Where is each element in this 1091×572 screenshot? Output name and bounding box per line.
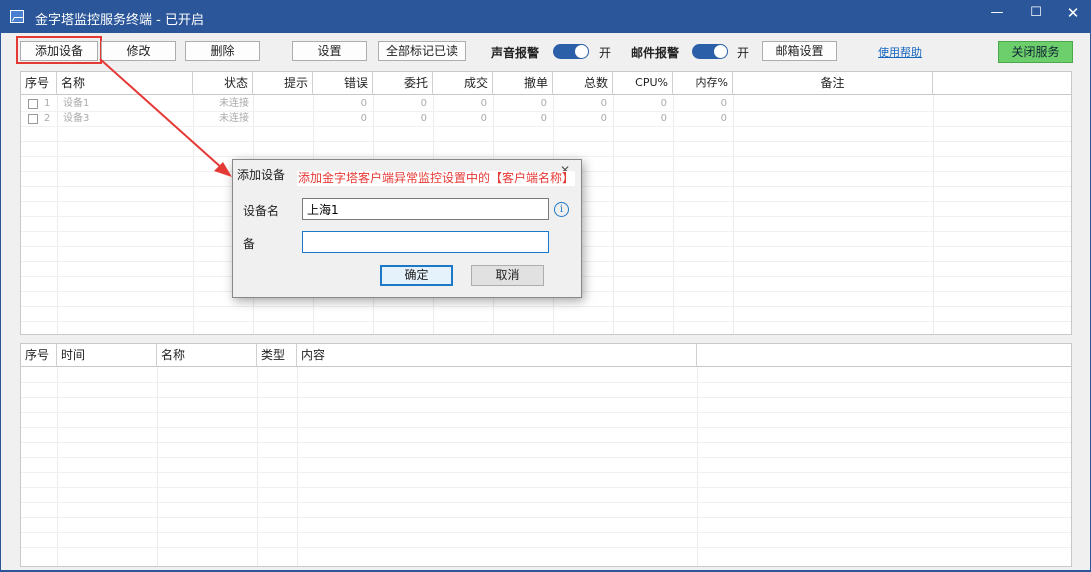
- device-status: 未连接: [219, 113, 249, 124]
- grid-line: [21, 487, 1071, 488]
- column-header-deal[interactable]: 成交: [433, 72, 493, 95]
- delete-button[interactable]: 删除: [185, 41, 260, 61]
- cell-error: 0: [360, 98, 367, 109]
- row-checkbox[interactable]: [28, 99, 38, 109]
- grid-line: [21, 141, 1071, 142]
- mail-alarm-label: 邮件报警: [631, 46, 680, 60]
- column-header-total[interactable]: 总数: [553, 72, 613, 95]
- device-status: 未连接: [219, 98, 249, 109]
- grid-line: [21, 517, 1071, 518]
- info-icon[interactable]: i: [554, 202, 569, 217]
- grid-line: [21, 412, 1071, 413]
- row-checkbox[interactable]: [28, 114, 38, 124]
- log-header-filler: [697, 344, 1071, 367]
- help-link[interactable]: 使用帮助: [878, 44, 922, 60]
- cell-order: 0: [420, 98, 427, 109]
- cell-cpu: 0: [660, 98, 667, 109]
- row-no: 2: [44, 113, 51, 124]
- minimize-button[interactable]: —: [977, 1, 1017, 29]
- toolbar: 添加设备 修改 删除 设置 全部标记已读 声音报警 开 邮件报警 开 邮箱设置 …: [1, 33, 1090, 69]
- log-header-time[interactable]: 时间: [57, 344, 157, 367]
- column-header-order[interactable]: 委托: [373, 72, 433, 95]
- grid-line: [21, 427, 1071, 428]
- app-chart-icon: [10, 10, 24, 23]
- grid-line: [193, 95, 194, 334]
- toggle-knob: [575, 45, 588, 58]
- grid-line: [21, 306, 1071, 307]
- column-header-memory[interactable]: 内存%: [673, 72, 733, 95]
- log-table: 序号 时间 名称 类型 内容: [20, 343, 1072, 567]
- cell-cancel: 0: [540, 113, 547, 124]
- column-header-cancel[interactable]: 撤单: [493, 72, 553, 95]
- cell-cancel: 0: [540, 98, 547, 109]
- dialog-title: 添加设备: [237, 168, 286, 182]
- cell-deal: 0: [480, 113, 487, 124]
- column-header-name[interactable]: 名称: [57, 72, 193, 95]
- grid-line: [933, 95, 934, 334]
- grid-line: [21, 502, 1071, 503]
- mailbox-settings-button[interactable]: 邮箱设置: [762, 41, 837, 61]
- close-service-button[interactable]: 关闭服务: [998, 41, 1073, 63]
- grid-line: [673, 95, 674, 334]
- maximize-button[interactable]: ☐: [1016, 1, 1056, 29]
- window-title: 金字塔监控服务终端 - 已开启: [35, 13, 204, 28]
- grid-line: [21, 321, 1071, 322]
- log-header-no[interactable]: 序号: [21, 344, 57, 367]
- toggle-knob: [714, 45, 727, 58]
- settings-button[interactable]: 设置: [292, 41, 367, 61]
- device-name-label: 设备名: [243, 204, 280, 218]
- grid-line: [21, 126, 1071, 127]
- title-bar: 金字塔监控服务终端 - 已开启 — ☐ ✕: [1, 1, 1090, 33]
- cell-memory: 0: [720, 113, 727, 124]
- device-name-input[interactable]: [302, 198, 549, 220]
- column-header-error[interactable]: 错误: [313, 72, 373, 95]
- close-window-button[interactable]: ✕: [1053, 1, 1091, 29]
- grid-line: [21, 472, 1071, 473]
- sound-alarm-state: 开: [599, 46, 612, 60]
- grid-line: [21, 547, 1071, 548]
- cell-memory: 0: [720, 98, 727, 109]
- cell-total: 0: [600, 98, 607, 109]
- device-name[interactable]: 设备1: [63, 96, 89, 111]
- grid-line: [21, 457, 1071, 458]
- log-header-type[interactable]: 类型: [257, 344, 297, 367]
- grid-line: [21, 442, 1071, 443]
- mail-alarm-state: 开: [737, 46, 750, 60]
- mail-alarm-toggle[interactable]: [692, 44, 728, 59]
- grid-line: [21, 156, 1071, 157]
- column-header-status[interactable]: 状态: [193, 72, 253, 95]
- sound-alarm-label: 声音报警: [491, 46, 540, 60]
- grid-line: [21, 397, 1071, 398]
- grid-line: [733, 95, 734, 334]
- remark-label: 备: [243, 237, 256, 251]
- cell-deal: 0: [480, 98, 487, 109]
- main-window: 金字塔监控服务终端 - 已开启 — ☐ ✕ 添加设备 修改 删除 设置 全部标记…: [0, 0, 1091, 571]
- annotation-callout: 添加金字塔客户端异常监控设置中的【客户端名称】: [297, 171, 576, 186]
- ok-button[interactable]: 确定: [380, 265, 453, 286]
- grid-line: [613, 95, 614, 334]
- column-header-hint[interactable]: 提示: [253, 72, 313, 95]
- column-header-remark[interactable]: 备注: [733, 72, 933, 95]
- row-no: 1: [44, 98, 51, 109]
- cell-total: 0: [600, 113, 607, 124]
- remark-input[interactable]: [302, 231, 549, 253]
- grid-line: [21, 532, 1071, 533]
- sound-alarm-toggle[interactable]: [553, 44, 589, 59]
- cancel-button[interactable]: 取消: [471, 265, 544, 286]
- mark-all-read-button[interactable]: 全部标记已读: [378, 41, 466, 61]
- log-header-name[interactable]: 名称: [157, 344, 257, 367]
- grid-line: [57, 95, 58, 334]
- grid-line: [21, 382, 1071, 383]
- edit-button[interactable]: 修改: [101, 41, 176, 61]
- cell-order: 0: [420, 113, 427, 124]
- add-device-dialog: 添加设备 ✕ 添加金字塔客户端异常监控设置中的【客户端名称】 设备名 i 备 确…: [232, 159, 582, 298]
- device-name[interactable]: 设备3: [63, 111, 89, 126]
- cell-cpu: 0: [660, 113, 667, 124]
- cell-error: 0: [360, 113, 367, 124]
- column-header-cpu[interactable]: CPU%: [613, 72, 673, 95]
- add-device-button[interactable]: 添加设备: [20, 41, 98, 61]
- column-header-no[interactable]: 序号: [21, 72, 57, 95]
- log-header-content[interactable]: 内容: [297, 344, 697, 367]
- column-header-filler: [933, 72, 1071, 95]
